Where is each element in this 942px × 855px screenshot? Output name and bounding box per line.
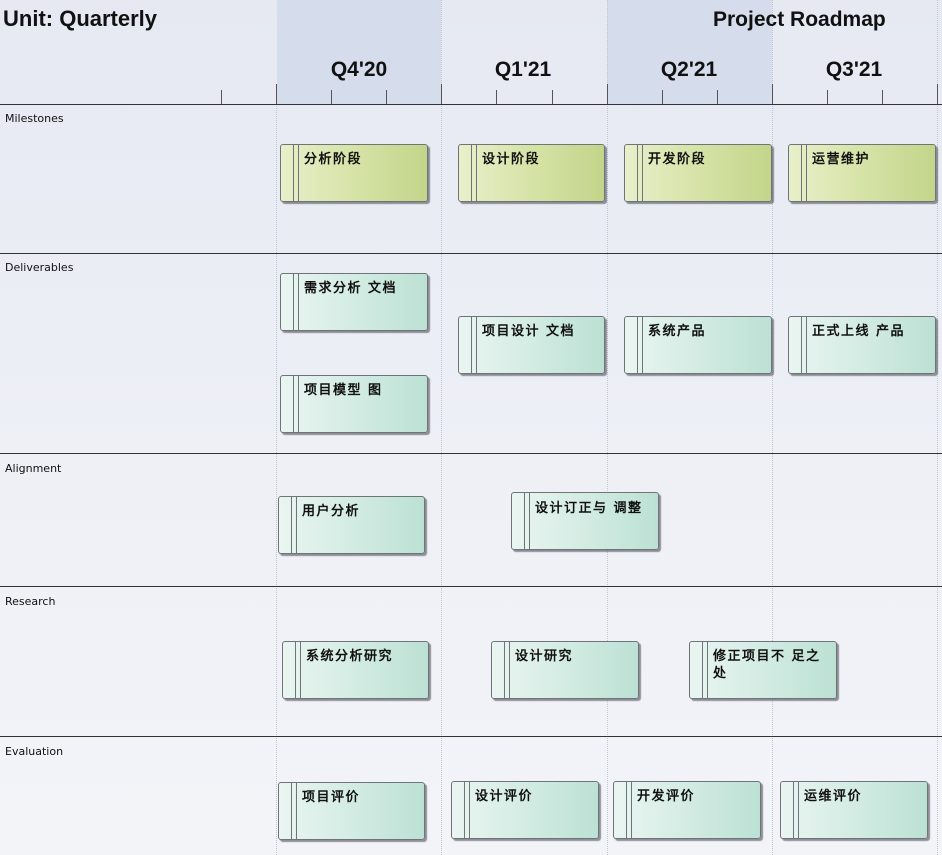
ruler-tick xyxy=(882,90,883,104)
card-strip xyxy=(295,642,301,698)
card-strip xyxy=(793,782,799,838)
card-label: 修正项目不 足之处 xyxy=(713,649,821,681)
quarter-label-q3-21: Q3'21 xyxy=(825,58,883,81)
evaluation-card[interactable]: 项目评价 xyxy=(278,782,425,840)
unit-label: Unit: Quarterly xyxy=(3,6,158,31)
roadmap-title: Project Roadmap xyxy=(713,8,886,31)
card-label: 需求分析 文档 xyxy=(304,281,398,296)
research-card[interactable]: 修正项目不 足之处 xyxy=(689,641,837,699)
header-separator xyxy=(0,104,942,105)
lane-label-deliverables: Deliverables xyxy=(5,261,74,274)
card-strip xyxy=(471,145,477,201)
quarter-band-q4-20 xyxy=(277,0,441,104)
card-strip xyxy=(293,376,299,432)
card-strip xyxy=(293,145,299,201)
card-label: 系统分析研究 xyxy=(306,649,394,664)
ruler-tick xyxy=(386,90,387,104)
card-strip xyxy=(702,642,708,698)
ruler-tick xyxy=(331,90,332,104)
roadmap-canvas: Unit: Quarterly Project Roadmap Q4'20 Q1… xyxy=(0,0,942,855)
evaluation-card[interactable]: 运维评价 xyxy=(780,781,928,839)
lane-label-evaluation: Evaluation xyxy=(5,745,64,758)
card-label: 设计订正与 调整 xyxy=(535,501,643,516)
card-label: 项目设计 文档 xyxy=(482,324,576,339)
ruler-tick xyxy=(827,90,828,104)
card-label: 设计研究 xyxy=(515,649,574,664)
milestone-card[interactable]: 设计阶段 xyxy=(458,144,605,202)
lane-label-milestones: Milestones xyxy=(5,112,64,125)
card-strip xyxy=(291,497,297,553)
card-strip xyxy=(524,493,530,549)
ruler-tick xyxy=(717,90,718,104)
lane-separator xyxy=(0,253,942,254)
card-label: 项目评价 xyxy=(302,790,361,805)
card-strip xyxy=(504,642,510,698)
alignment-card[interactable]: 设计订正与 调整 xyxy=(511,492,659,550)
ruler-tick xyxy=(662,90,663,104)
card-strip xyxy=(291,783,297,839)
card-strip xyxy=(464,782,470,838)
ruler-tick xyxy=(772,84,773,104)
lane-label-alignment: Alignment xyxy=(5,462,62,475)
deliverable-card[interactable]: 正式上线 产品 xyxy=(788,316,936,374)
card-label: 运维评价 xyxy=(804,789,863,804)
ruler-tick xyxy=(937,84,938,104)
ruler-tick xyxy=(221,90,222,104)
research-card[interactable]: 设计研究 xyxy=(491,641,639,699)
quarter-label-q4-20: Q4'20 xyxy=(330,58,388,81)
column-divider xyxy=(441,0,442,855)
ruler-tick xyxy=(441,84,442,104)
column-divider xyxy=(937,0,938,855)
card-label: 正式上线 产品 xyxy=(812,324,906,339)
card-strip xyxy=(801,317,807,373)
lane-separator xyxy=(0,736,942,737)
deliverable-card[interactable]: 项目设计 文档 xyxy=(458,316,605,374)
card-label: 系统产品 xyxy=(648,324,707,339)
card-strip xyxy=(637,317,643,373)
quarter-label-q2-21: Q2'21 xyxy=(660,58,718,81)
card-label: 运营维护 xyxy=(812,152,871,167)
card-strip xyxy=(626,782,632,838)
lane-separator xyxy=(0,453,942,454)
evaluation-card[interactable]: 开发评价 xyxy=(613,781,761,839)
milestone-card[interactable]: 开发阶段 xyxy=(624,144,772,202)
card-label: 用户分析 xyxy=(302,504,361,519)
card-label: 开发评价 xyxy=(637,789,696,804)
card-label: 分析阶段 xyxy=(304,152,363,167)
deliverable-card[interactable]: 项目模型 图 xyxy=(280,375,428,433)
research-card[interactable]: 系统分析研究 xyxy=(282,641,429,699)
column-divider xyxy=(772,0,773,855)
ruler-tick xyxy=(552,90,553,104)
card-label: 项目模型 图 xyxy=(304,383,383,398)
column-divider xyxy=(276,104,277,855)
card-strip xyxy=(801,145,807,201)
deliverable-card[interactable]: 需求分析 文档 xyxy=(280,273,428,331)
card-strip xyxy=(471,317,477,373)
card-label: 设计阶段 xyxy=(482,152,541,167)
card-strip xyxy=(637,145,643,201)
ruler-tick xyxy=(607,84,608,104)
card-label: 设计评价 xyxy=(475,789,534,804)
card-label: 开发阶段 xyxy=(648,152,707,167)
milestone-card[interactable]: 分析阶段 xyxy=(280,144,428,202)
alignment-card[interactable]: 用户分析 xyxy=(278,496,425,554)
lane-separator xyxy=(0,586,942,587)
deliverable-card[interactable]: 系统产品 xyxy=(624,316,772,374)
lane-label-research: Research xyxy=(5,595,56,608)
ruler-tick xyxy=(276,84,277,104)
card-strip xyxy=(293,274,299,330)
column-divider xyxy=(607,0,608,855)
evaluation-card[interactable]: 设计评价 xyxy=(451,781,599,839)
ruler-tick xyxy=(496,90,497,104)
quarter-label-q1-21: Q1'21 xyxy=(494,58,552,81)
milestone-card[interactable]: 运营维护 xyxy=(788,144,936,202)
